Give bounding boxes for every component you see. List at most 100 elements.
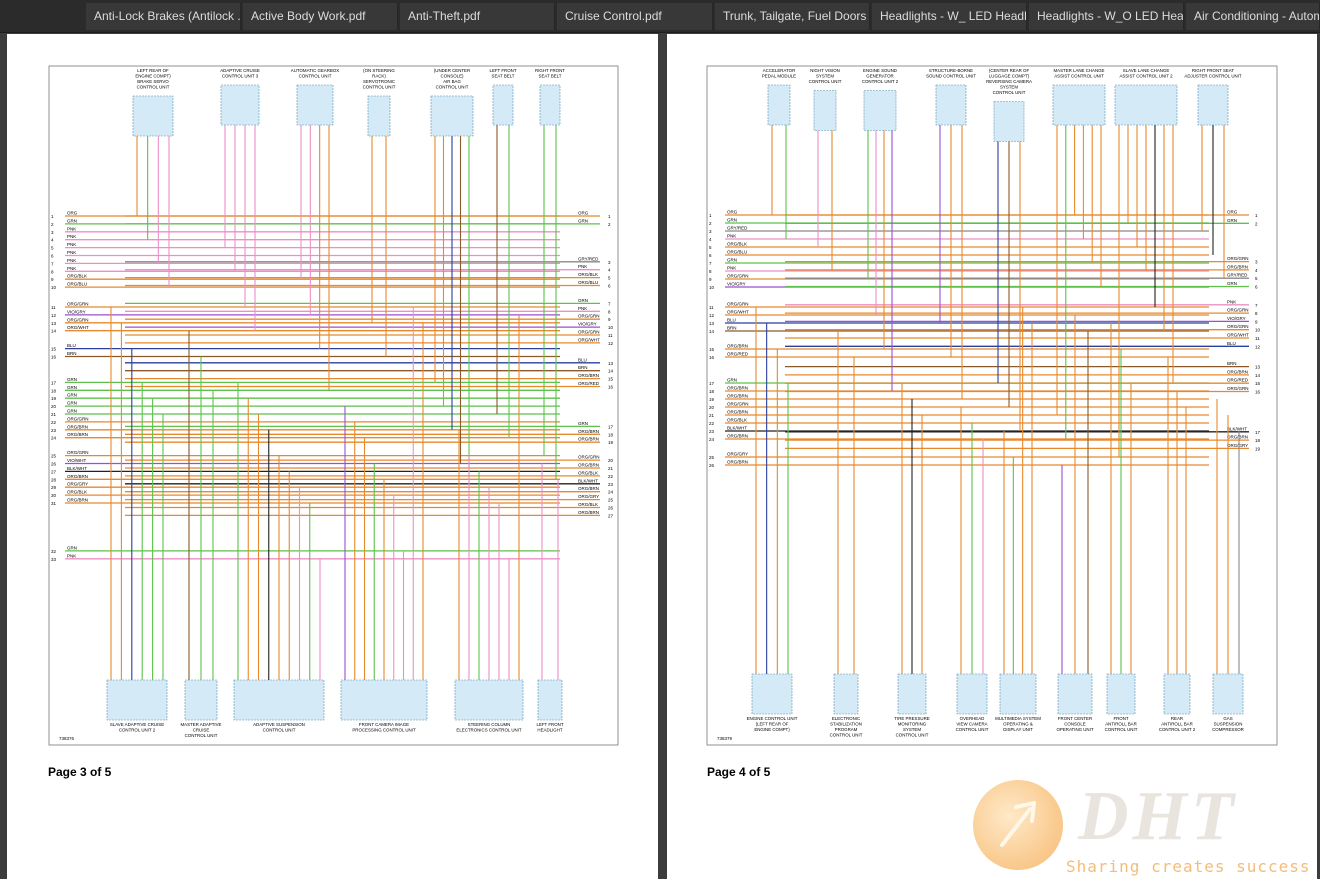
- wire-color-label: ORG/BRN: [67, 424, 88, 429]
- component-label-line: CONTROL UNIT: [263, 728, 296, 733]
- wire-number: 4: [608, 268, 611, 273]
- wire-number: 7: [1255, 303, 1258, 308]
- wire-number: 26: [709, 463, 715, 468]
- component-label-line: ENGINE SOUND: [863, 68, 897, 73]
- wire-color-label: BLK/WHT: [727, 426, 747, 431]
- component-label-line: AUTOMATIC GEARBOX: [291, 68, 339, 73]
- page-number-label: Page 4 of 5: [707, 765, 771, 779]
- wire-number: 30: [51, 493, 57, 498]
- component-label-line: ANTIROLL BAR: [1161, 722, 1193, 727]
- component-label-line: OPERATING &: [1003, 722, 1033, 727]
- wire-number: 12: [1255, 344, 1261, 349]
- component-label-line: MONITORING: [898, 722, 927, 727]
- wire-number: 23: [608, 482, 614, 487]
- wire-number: 19: [51, 396, 57, 401]
- wire-number: 15: [608, 377, 614, 382]
- wire-number: 16: [51, 355, 57, 360]
- top-component: LEFT REAR OFENGINE COMPT)BRAKE SERVOCONT…: [132, 68, 174, 288]
- wiring-diagram-page-4: 1 ORG 2 GRN 3 GRY/RED 4 PNK 5 ORG/BLK 6 ORG/BLU 7 GRN…: [706, 65, 1278, 746]
- wire-number: 23: [709, 429, 715, 434]
- wire-color-label: BRN: [578, 365, 588, 370]
- component-label-line: RIGHT FRONT SEAT: [1192, 68, 1235, 73]
- wire-color-label: ORG/BRN: [727, 410, 748, 415]
- wire-number: 3: [608, 260, 611, 265]
- wire-number: 10: [709, 285, 715, 290]
- component-box: [751, 673, 793, 715]
- wire-number: 26: [608, 506, 614, 511]
- tab-anti-theft[interactable]: Anti-Theft.pdf: [400, 3, 555, 30]
- wire-color-label: ORG/GRN: [727, 302, 749, 307]
- wire-number: 18: [608, 432, 614, 437]
- component-box: [767, 84, 791, 126]
- component-box: [1114, 84, 1178, 126]
- wire-number: 10: [51, 285, 57, 290]
- component-box: [1197, 84, 1229, 126]
- component-label-line: OVERHEAD: [960, 716, 985, 721]
- component-box: [1163, 673, 1191, 715]
- component-box: [430, 95, 474, 137]
- tab-anti-lock-brakes[interactable]: Anti-Lock Brakes (Antilock ...: [86, 3, 241, 30]
- wire-color-label: PNK: [727, 234, 736, 239]
- pdf-page-3: 1 ORG 2 GRN 3 PNK 4 PNK 5 PNK 6 PNK 7 PNK 8 PNK 9 ORG/BLK…: [7, 34, 658, 879]
- tab-trunk-tailgate[interactable]: Trunk, Tailgate, Fuel Doors -...: [715, 3, 870, 30]
- wire-number: 8: [51, 269, 54, 274]
- diagram-id: 738376: [59, 736, 75, 741]
- wire-number: 16: [1255, 390, 1261, 395]
- wire-color-label: GRN: [1227, 281, 1237, 286]
- wire-color-label: BLU: [578, 357, 587, 362]
- wire-color-label: ORG/GRY: [578, 494, 599, 499]
- wire-color-label: ORG/GRN: [67, 416, 89, 421]
- wire-number: 5: [709, 245, 712, 250]
- wire-color-label: VIO/GRY: [67, 309, 86, 314]
- wire-number: 6: [1255, 285, 1258, 290]
- wire-number: 15: [709, 347, 715, 352]
- component-label-line: OPERATING UNIT: [1057, 727, 1094, 732]
- tab-cruise-control[interactable]: Cruise Control.pdf: [557, 3, 713, 30]
- component-label-line: CONTROL UNIT: [1105, 727, 1138, 732]
- component-label-line: ANTIROLL BAR: [1105, 722, 1137, 727]
- component-label-line: ADAPTIVE SUSPENSION: [253, 722, 305, 727]
- tab-headlights-led[interactable]: Headlights - W_ LED Headli...: [872, 3, 1027, 30]
- wire-number: 4: [709, 237, 712, 242]
- component-label-line: STEERING COLUMN: [468, 722, 511, 727]
- wire-number: 14: [608, 369, 614, 374]
- diagram-frame: [706, 65, 1278, 746]
- component-label-line: CONTROL UNIT: [185, 733, 218, 738]
- wire-number: 9: [1255, 319, 1258, 324]
- wire-number: 31: [51, 501, 57, 506]
- wire-number: 15: [1255, 381, 1261, 386]
- component-label-line: SYSTEM: [816, 74, 834, 79]
- bottom-component: REARANTIROLL BARCONTROL UNIT 2: [1159, 357, 1196, 732]
- component-box: [367, 95, 391, 137]
- component-label-line: CONTROL UNIT: [363, 85, 396, 90]
- top-component: (CENTER REAR OFLUGGAGE COMPT)REVERSING C…: [986, 68, 1032, 431]
- wire-number: 8: [608, 309, 611, 314]
- component-label-line: FRONT CENTER: [1058, 716, 1092, 721]
- component-label-line: ADJUSTER CONTROL UNIT: [1184, 74, 1241, 79]
- tab-air-conditioning[interactable]: Air Conditioning - Autom: [1186, 3, 1320, 30]
- wire-color-label: ORG: [727, 210, 738, 215]
- wire-color-label: ORG/RED: [578, 381, 600, 386]
- bottom-component: LEFT FRONTHEADLIGHT: [537, 463, 564, 733]
- wire-number: 5: [1255, 276, 1258, 281]
- tab-headlights-no-led[interactable]: Headlights - W_O LED Head...: [1029, 3, 1184, 30]
- wire-color-label: ORG/GRN: [67, 302, 89, 307]
- wire-color-label: GRY/RED: [1227, 273, 1248, 278]
- wire-number: 11: [608, 333, 613, 338]
- component-box: [132, 95, 174, 137]
- wire-color-label: BRN: [67, 351, 77, 356]
- tab-bar: Anti-Lock Brakes (Antilock ... Active Bo…: [0, 0, 1320, 33]
- bottom-component: ENGINE CONTROL UNIT(LEFT REAR OFENGINE C…: [747, 307, 798, 732]
- tab-active-body-work[interactable]: Active Body Work.pdf: [243, 3, 398, 30]
- component-label-line: SLAVE LANE CHANGE: [1123, 68, 1170, 73]
- component-label-line: PEDAL MODULE: [762, 74, 796, 79]
- wire-number: 13: [608, 361, 614, 366]
- wire-number: 7: [608, 301, 611, 306]
- wire-color-label: ORG/BLK: [727, 242, 747, 247]
- wire-number: 1: [709, 213, 712, 218]
- wire-number: 14: [51, 329, 57, 334]
- component-box: [233, 679, 325, 721]
- wire-color-label: GRN: [67, 385, 77, 390]
- wire-color-label: VIO/GRY: [1227, 316, 1246, 321]
- wire-number: 13: [1255, 365, 1261, 370]
